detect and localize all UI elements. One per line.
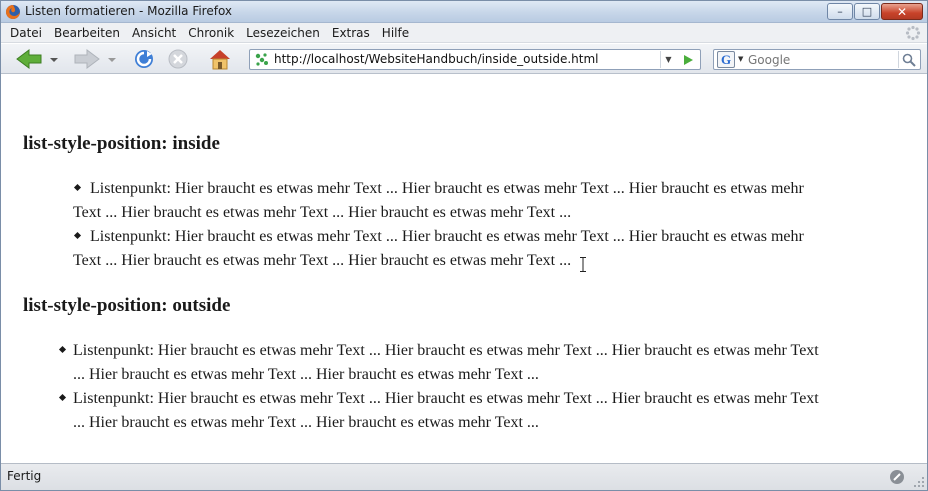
- go-button[interactable]: [679, 51, 697, 68]
- list-item: Listenpunkt: Hier braucht es etwas mehr …: [73, 225, 923, 273]
- search-engine-selector[interactable]: G: [717, 51, 735, 68]
- list-item-line: Listenpunkt: Hier braucht es etwas mehr …: [73, 342, 819, 359]
- list-item-line: ... Hier braucht es etwas mehr Text ... …: [73, 414, 539, 431]
- list-item-line: Listenpunkt: Hier braucht es etwas mehr …: [73, 390, 819, 407]
- url-text[interactable]: http://localhost/WebsiteHandbuch/inside_…: [274, 52, 599, 66]
- list-item: Listenpunkt: Hier braucht es etwas mehr …: [73, 387, 925, 435]
- menu-bearbeiten[interactable]: Bearbeiten: [48, 26, 126, 40]
- window-controls: – □ ✕: [826, 3, 923, 21]
- list-item-line: Text ... Hier braucht es etwas mehr Text…: [73, 252, 572, 269]
- reload-icon[interactable]: [131, 48, 157, 70]
- go-arrow-icon: [684, 54, 693, 65]
- maximize-button[interactable]: □: [854, 3, 880, 20]
- page-content: list-style-position: inside Listenpunkt:…: [1, 75, 927, 461]
- security-status-icon[interactable]: [889, 469, 905, 485]
- list-item: Listenpunkt: Hier braucht es etwas mehr …: [73, 339, 925, 387]
- search-box[interactable]: G ▼: [713, 49, 921, 70]
- back-arrow-icon[interactable]: [15, 48, 63, 70]
- list-item-line: Text ... Hier braucht es etwas mehr Text…: [73, 204, 572, 221]
- search-engine-dropdown-icon[interactable]: ▼: [738, 55, 743, 63]
- menu-datei[interactable]: Datei: [4, 26, 48, 40]
- list-bullet: [58, 393, 67, 402]
- maximize-icon: □: [861, 5, 873, 18]
- list-bullet: [73, 183, 82, 192]
- resize-grip-icon[interactable]: [913, 476, 925, 488]
- menu-lesezeichen[interactable]: Lesezeichen: [240, 26, 326, 40]
- site-favicon-icon: [255, 53, 268, 66]
- firefox-logo-icon: [6, 5, 20, 19]
- status-bar: Fertig: [1, 463, 927, 490]
- heading-outside: list-style-position: outside: [23, 295, 231, 316]
- menu-chronik[interactable]: Chronik: [182, 26, 240, 40]
- menu-extras[interactable]: Extras: [326, 26, 376, 40]
- close-button[interactable]: ✕: [881, 3, 923, 20]
- window-title: Listen formatieren - Mozilla Firefox: [25, 4, 233, 18]
- url-history-dropdown[interactable]: ▼: [660, 51, 676, 68]
- activity-throbber-icon: [905, 25, 921, 41]
- title-bar[interactable]: Listen formatieren - Mozilla Firefox – □…: [1, 1, 927, 23]
- home-icon[interactable]: [207, 48, 233, 70]
- minimize-button[interactable]: –: [827, 3, 853, 20]
- search-input[interactable]: [748, 51, 892, 68]
- list-bullet: [73, 231, 82, 240]
- list-item: Listenpunkt: Hier braucht es etwas mehr …: [73, 177, 923, 225]
- menu-hilfe[interactable]: Hilfe: [376, 26, 415, 40]
- browser-window: Listen formatieren - Mozilla Firefox – □…: [0, 0, 928, 491]
- heading-inside: list-style-position: inside: [23, 133, 220, 154]
- list-bullet: [58, 345, 67, 354]
- menu-ansicht[interactable]: Ansicht: [126, 26, 182, 40]
- close-icon: ✕: [896, 4, 908, 19]
- list-item-line: Listenpunkt: Hier braucht es etwas mehr …: [90, 228, 804, 245]
- search-button[interactable]: [898, 51, 918, 68]
- forward-arrow-icon[interactable]: [73, 48, 121, 70]
- stop-icon[interactable]: [165, 48, 191, 70]
- status-text: Fertig: [7, 469, 42, 483]
- navigation-toolbar: http://localhost/WebsiteHandbuch/inside_…: [1, 44, 927, 74]
- list-item-line: Listenpunkt: Hier braucht es etwas mehr …: [90, 180, 804, 197]
- minimize-icon: –: [837, 5, 843, 18]
- list-item-line: ... Hier braucht es etwas mehr Text ... …: [73, 366, 539, 383]
- magnifier-icon: [902, 53, 916, 67]
- address-bar[interactable]: http://localhost/WebsiteHandbuch/inside_…: [249, 49, 701, 70]
- menu-bar: Datei Bearbeiten Ansicht Chronik Lesezei…: [1, 23, 927, 43]
- text-cursor-icon: [580, 257, 586, 272]
